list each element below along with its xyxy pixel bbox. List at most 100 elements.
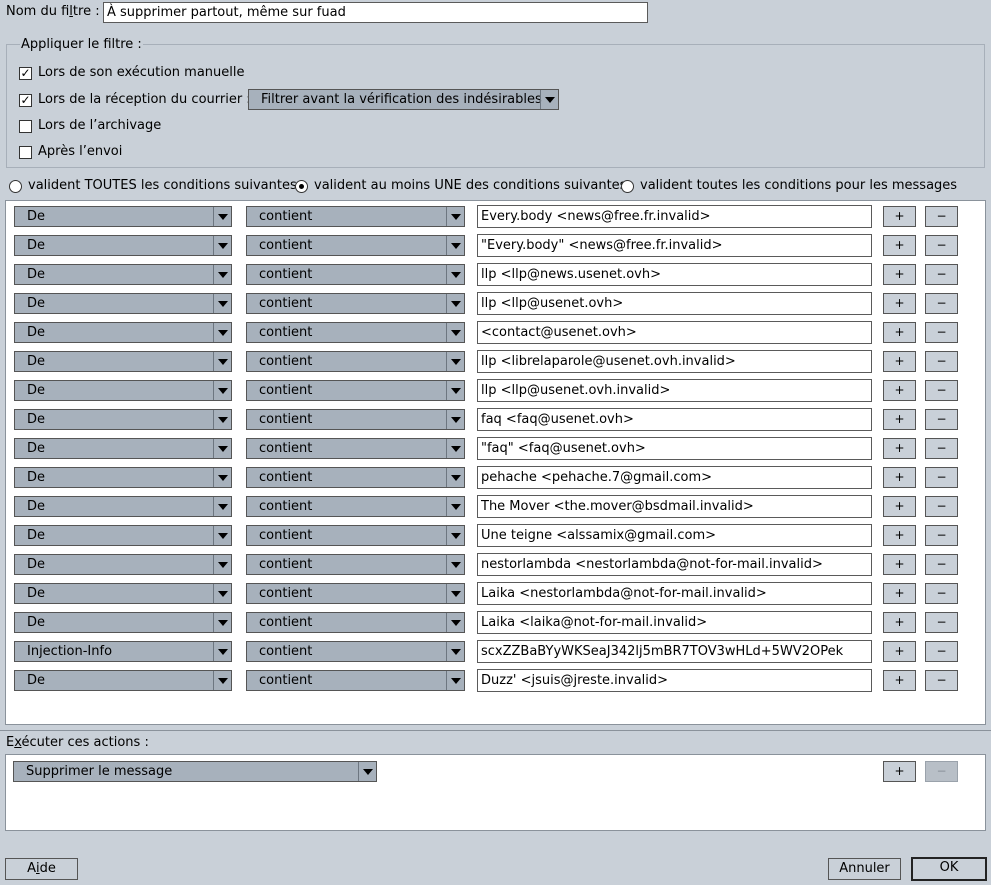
add-rule-button[interactable]: + [883,409,916,430]
rule-operator-select[interactable]: contient [246,554,465,575]
remove-rule-button[interactable]: − [925,293,958,314]
match-all-messages-radio[interactable] [621,180,634,193]
remove-rule-button[interactable]: − [925,438,958,459]
chevron-down-icon[interactable] [446,555,464,574]
add-rule-button[interactable]: + [883,525,916,546]
chevron-down-icon[interactable] [446,468,464,487]
after-send-label[interactable]: Après l’envoi [38,144,122,160]
receive-mode-select[interactable]: Filtrer avant la vérification des indési… [248,89,559,110]
add-rule-button[interactable]: + [883,496,916,517]
remove-rule-button[interactable]: − [925,641,958,662]
chevron-down-icon[interactable] [213,468,231,487]
remove-rule-button[interactable]: − [925,322,958,343]
chevron-down-icon[interactable] [213,584,231,603]
rule-value-input[interactable]: Une teigne <alssamix@gmail.com> [477,524,872,547]
action-select[interactable]: Supprimer le message [13,761,377,782]
manual-run-label[interactable]: Lors de son exécution manuelle [38,65,245,81]
add-rule-button[interactable]: + [883,670,916,691]
rule-operator-select[interactable]: contient [246,235,465,256]
match-any-label[interactable]: valident au moins UNE des conditions sui… [314,178,626,194]
match-all-radio[interactable] [9,180,22,193]
chevron-down-icon[interactable] [213,497,231,516]
remove-rule-button[interactable]: − [925,264,958,285]
rule-field-select[interactable]: De [14,583,232,604]
rule-value-input[interactable]: scxZZBaBYyWKSeaJ342lj5mBR7TOV3wHLd+5WV2O… [477,640,872,663]
chevron-down-icon[interactable] [446,207,464,226]
after-send-checkbox[interactable] [19,146,32,159]
rule-field-select[interactable]: De [14,235,232,256]
chevron-down-icon[interactable] [213,352,231,371]
chevron-down-icon[interactable] [213,555,231,574]
rule-operator-select[interactable]: contient [246,612,465,633]
remove-action-button[interactable]: − [925,761,958,782]
remove-rule-button[interactable]: − [925,467,958,488]
help-button[interactable]: Aide [5,858,78,880]
chevron-down-icon[interactable] [446,642,464,661]
chevron-down-icon[interactable] [213,207,231,226]
match-all-messages-label[interactable]: valident toutes les conditions pour les … [640,178,957,194]
add-rule-button[interactable]: + [883,264,916,285]
rule-value-input[interactable]: llp <llp@usenet.ovh.invalid> [477,379,872,402]
manual-run-checkbox[interactable]: ✓ [19,67,32,80]
cancel-button[interactable]: Annuler [828,858,901,880]
rule-operator-select[interactable]: contient [246,670,465,691]
on-receive-label[interactable]: Lors de la réception du courrier : [38,92,251,108]
add-rule-button[interactable]: + [883,351,916,372]
add-action-button[interactable]: + [883,761,916,782]
rule-field-select[interactable]: De [14,380,232,401]
chevron-down-icon[interactable] [446,439,464,458]
rule-field-select[interactable]: De [14,264,232,285]
chevron-down-icon[interactable] [213,642,231,661]
rule-field-select[interactable]: De [14,496,232,517]
filter-name-input[interactable]: À supprimer partout, même sur fuad [103,2,648,23]
ok-button[interactable]: OK [911,857,987,881]
chevron-down-icon[interactable] [213,526,231,545]
rule-field-select[interactable]: De [14,206,232,227]
match-any-radio[interactable] [295,180,308,193]
chevron-down-icon[interactable] [213,381,231,400]
rule-value-input[interactable]: pehache <pehache.7@gmail.com> [477,466,872,489]
rule-operator-select[interactable]: contient [246,380,465,401]
chevron-down-icon[interactable] [446,323,464,342]
add-rule-button[interactable]: + [883,641,916,662]
chevron-down-icon[interactable] [213,265,231,284]
rule-value-input[interactable]: llp <librelaparole@usenet.ovh.invalid> [477,350,872,373]
remove-rule-button[interactable]: − [925,235,958,256]
remove-rule-button[interactable]: − [925,206,958,227]
rule-field-select[interactable]: De [14,554,232,575]
remove-rule-button[interactable]: − [925,409,958,430]
rule-value-input[interactable]: <contact@usenet.ovh> [477,321,872,344]
remove-rule-button[interactable]: − [925,554,958,575]
rule-field-select[interactable]: De [14,293,232,314]
rule-value-input[interactable]: Laika <laika@not-for-mail.invalid> [477,611,872,634]
rule-operator-select[interactable]: contient [246,409,465,430]
on-archive-label[interactable]: Lors de l’archivage [38,118,161,134]
rule-value-input[interactable]: Duzz' <jsuis@jreste.invalid> [477,669,872,692]
add-rule-button[interactable]: + [883,380,916,401]
chevron-down-icon[interactable] [446,410,464,429]
rule-operator-select[interactable]: contient [246,293,465,314]
rule-value-input[interactable]: Every.body <news@free.fr.invalid> [477,205,872,228]
rule-operator-select[interactable]: contient [246,438,465,459]
chevron-down-icon[interactable] [358,762,376,781]
rule-operator-select[interactable]: contient [246,467,465,488]
rule-field-select[interactable]: De [14,525,232,546]
chevron-down-icon[interactable] [446,265,464,284]
add-rule-button[interactable]: + [883,554,916,575]
rule-field-select[interactable]: De [14,351,232,372]
add-rule-button[interactable]: + [883,235,916,256]
rule-field-select[interactable]: De [14,409,232,430]
remove-rule-button[interactable]: − [925,670,958,691]
rule-operator-select[interactable]: contient [246,264,465,285]
rule-field-select[interactable]: De [14,670,232,691]
add-rule-button[interactable]: + [883,612,916,633]
chevron-down-icon[interactable] [446,526,464,545]
add-rule-button[interactable]: + [883,438,916,459]
remove-rule-button[interactable]: − [925,525,958,546]
rule-operator-select[interactable]: contient [246,351,465,372]
rule-field-select[interactable]: Injection-Info [14,641,232,662]
remove-rule-button[interactable]: − [925,351,958,372]
chevron-down-icon[interactable] [446,613,464,632]
on-archive-checkbox[interactable] [19,120,32,133]
rule-operator-select[interactable]: contient [246,206,465,227]
